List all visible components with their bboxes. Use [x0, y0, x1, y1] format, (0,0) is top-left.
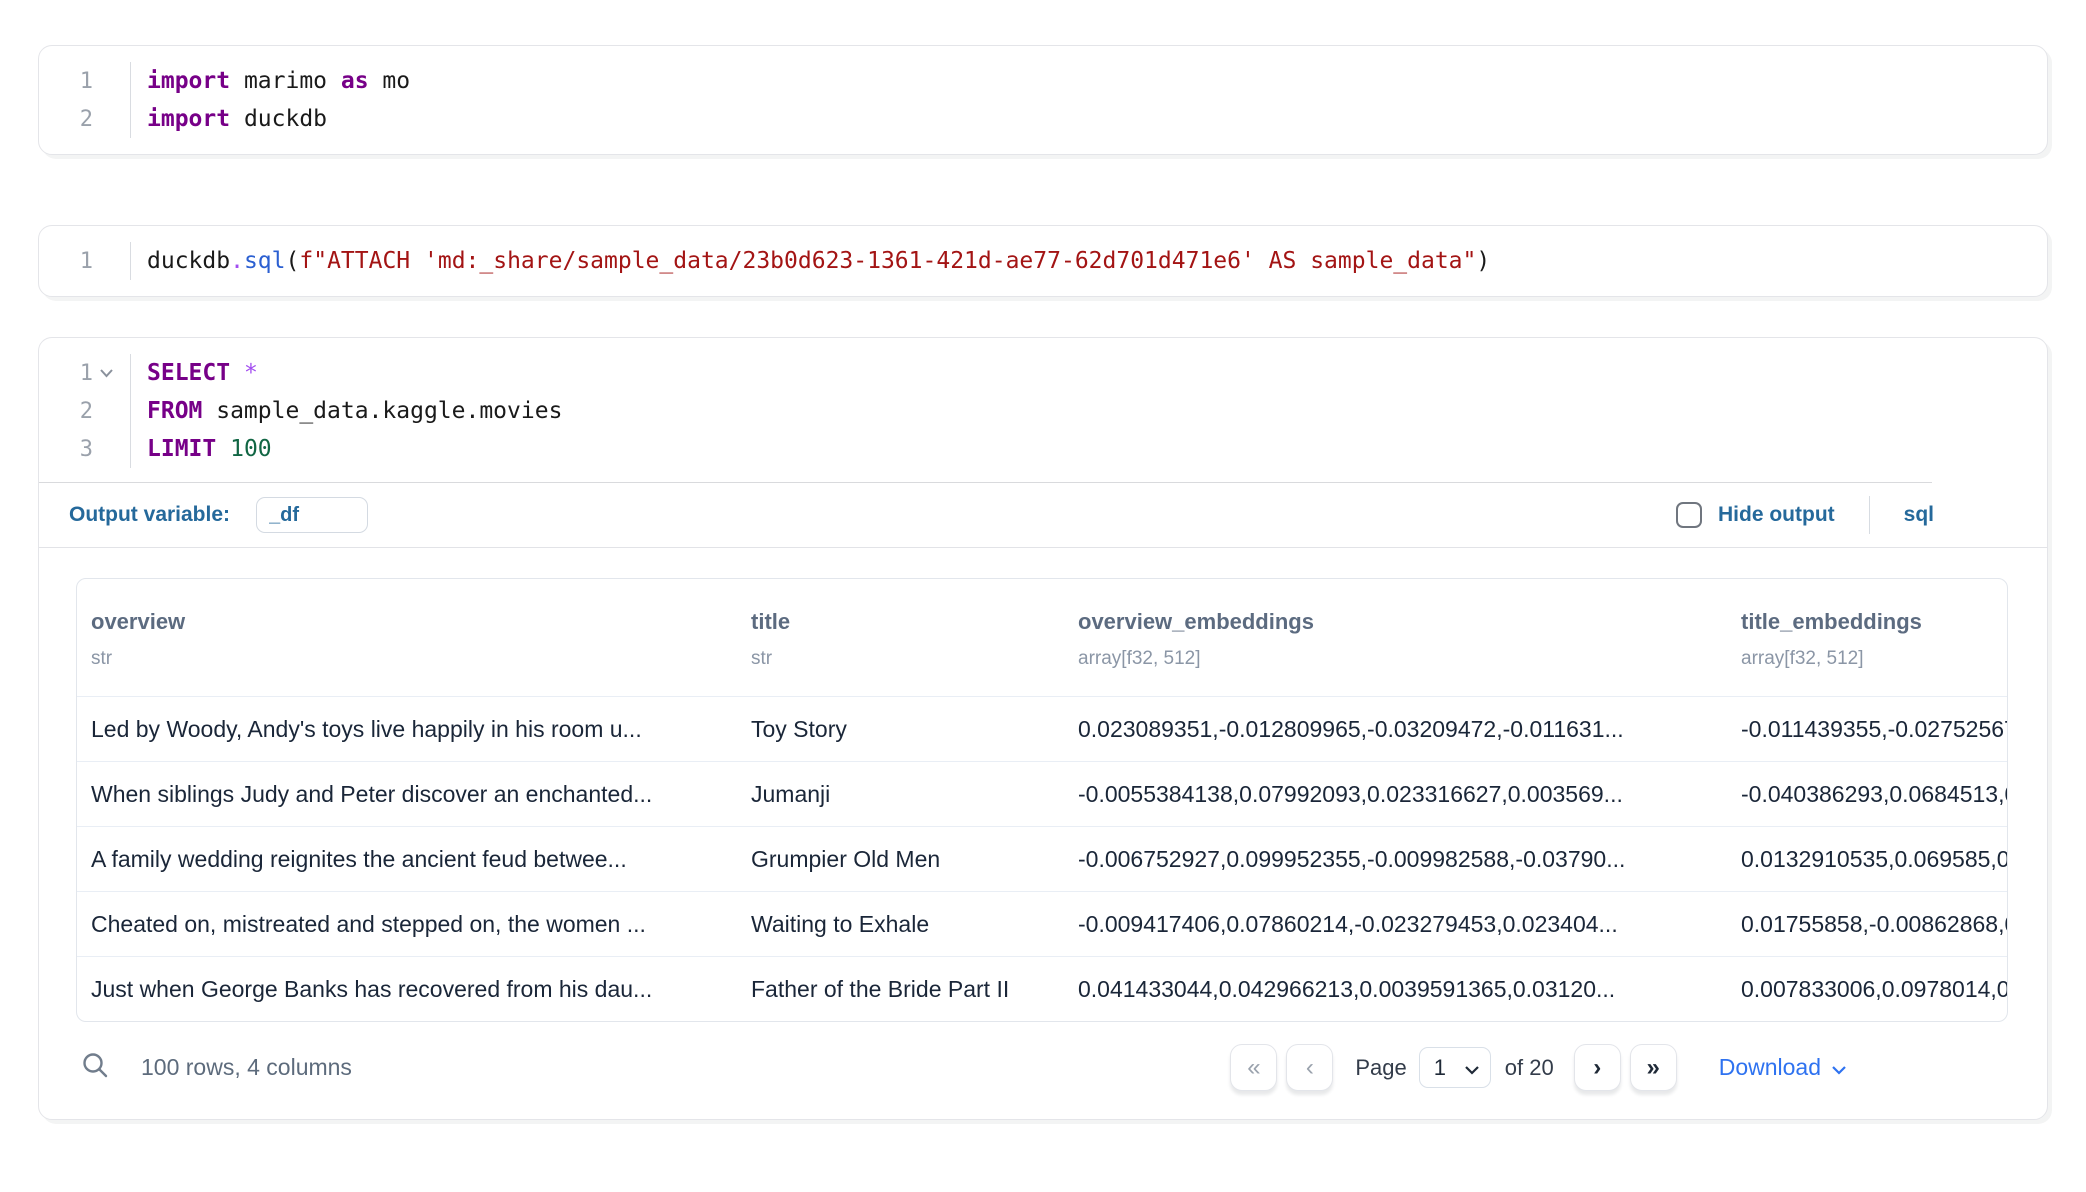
code-token: *	[244, 360, 258, 386]
download-button[interactable]: Download	[1719, 1054, 1847, 1081]
line-number: 2	[39, 107, 93, 132]
gutter-divider	[119, 62, 131, 100]
previous-page-icon: ‹	[1306, 1056, 1314, 1080]
output-variable-input[interactable]	[256, 497, 368, 533]
hide-output-checkbox[interactable]	[1676, 502, 1702, 528]
code-line: 1 SELECT *	[39, 354, 2047, 392]
gutter-divider	[119, 100, 131, 138]
code-token: SELECT	[147, 360, 230, 386]
line-number: 1	[39, 249, 93, 274]
last-page-button[interactable]: »	[1630, 1044, 1677, 1091]
code-token: .	[230, 248, 244, 274]
code-token: FROM	[147, 398, 202, 424]
table-row[interactable]: When siblings Judy and Peter discover an…	[77, 761, 2007, 826]
code-line: 3 LIMIT 100	[39, 430, 2047, 468]
column-header-overview[interactable]: overview str	[77, 609, 737, 670]
code-line: 2 import duckdb	[39, 100, 2047, 138]
first-page-icon: «	[1247, 1056, 1260, 1080]
download-label: Download	[1719, 1054, 1821, 1081]
last-page-icon: »	[1647, 1056, 1660, 1080]
code-token: LIMIT	[147, 436, 216, 462]
code-token: sql	[244, 248, 286, 274]
code-line: 2 FROM sample_data.kaggle.movies	[39, 392, 2047, 430]
table-row[interactable]: Just when George Banks has recovered fro…	[77, 956, 2007, 1021]
gutter-divider	[119, 354, 131, 392]
gutter-divider	[119, 392, 131, 430]
column-type: str	[91, 648, 723, 670]
code-token	[230, 360, 244, 386]
code-token: sample_data.kaggle.movies	[202, 398, 562, 424]
code-token: 100	[230, 436, 272, 462]
line-number: 3	[39, 437, 93, 462]
output-variable-bar: Output variable: Hide output sql	[39, 483, 2047, 547]
column-header-overview-embeddings[interactable]: overview_embeddings array[f32, 512]	[1064, 609, 1727, 670]
column-header-title[interactable]: title str	[737, 609, 1064, 670]
fold-chevron-icon[interactable]	[93, 368, 119, 378]
table-row[interactable]: Led by Woody, Andy's toys live happily i…	[77, 696, 2007, 761]
code-token: mo	[369, 68, 411, 94]
row-count-summary: 100 rows, 4 columns	[141, 1054, 352, 1081]
code-token: marimo	[230, 68, 341, 94]
previous-page-button[interactable]: ‹	[1286, 1044, 1333, 1091]
line-number: 2	[39, 399, 93, 424]
notebook-page: 1 import marimo as mo 2 import duckdb 1 …	[0, 0, 2086, 1120]
code-token: (	[286, 248, 300, 274]
code-cell-attach[interactable]: 1 duckdb.sql(f"ATTACH 'md:_share/sample_…	[38, 225, 2048, 297]
output-area-divider	[39, 547, 2047, 548]
chevron-down-icon	[1831, 1054, 1847, 1081]
hide-output-label[interactable]: Hide output	[1718, 503, 1835, 527]
next-page-button[interactable]: ›	[1574, 1044, 1621, 1091]
code-cell-imports[interactable]: 1 import marimo as mo 2 import duckdb	[38, 45, 2048, 155]
table-row[interactable]: A family wedding reignites the ancient f…	[77, 826, 2007, 891]
code-token: import	[147, 68, 230, 94]
page-total-label: of 20	[1505, 1055, 1554, 1081]
line-number: 1	[39, 69, 93, 94]
code-token: "ATTACH 'md:_share/sample_data/23b0d623-…	[313, 248, 1476, 274]
language-tag-sql[interactable]: sql	[1904, 503, 1934, 527]
vertical-divider	[1869, 496, 1870, 534]
search-button[interactable]	[79, 1050, 111, 1085]
code-cell-sql-query[interactable]: 1 SELECT * 2 FROM sample_data.kaggle.mov…	[38, 337, 2048, 1120]
gutter-divider	[119, 242, 131, 280]
column-type: array[f32, 512]	[1078, 648, 1713, 670]
table-header-row: overview str title str overview_embeddin…	[77, 579, 2007, 696]
search-icon	[79, 1050, 111, 1085]
code-line: 1 duckdb.sql(f"ATTACH 'md:_share/sample_…	[39, 242, 2047, 280]
column-header-title-embeddings[interactable]: title_embeddings array[f32, 512]	[1727, 609, 2007, 670]
line-number: 1	[39, 361, 93, 386]
code-token: f	[299, 248, 313, 274]
code-token: duckdb	[147, 248, 230, 274]
column-type: array[f32, 512]	[1741, 648, 1993, 670]
code-token	[216, 436, 230, 462]
code-token: as	[341, 68, 369, 94]
next-page-icon: ›	[1593, 1056, 1601, 1080]
table-row[interactable]: Cheated on, mistreated and stepped on, t…	[77, 891, 2007, 956]
page-number-value: 1	[1434, 1055, 1446, 1081]
code-token: duckdb	[230, 106, 327, 132]
page-label: Page	[1355, 1055, 1406, 1081]
chevron-down-icon	[1464, 1055, 1480, 1081]
output-variable-label: Output variable:	[69, 503, 230, 527]
column-type: str	[751, 648, 1050, 670]
code-token: )	[1476, 248, 1490, 274]
code-line: 1 import marimo as mo	[39, 62, 2047, 100]
page-number-select[interactable]: 1	[1419, 1047, 1491, 1088]
result-table: overview str title str overview_embeddin…	[76, 578, 2008, 1022]
first-page-button[interactable]: «	[1230, 1044, 1277, 1091]
table-footer: 100 rows, 4 columns « ‹ Page 1 of 20 › »…	[39, 1022, 2047, 1091]
gutter-divider	[119, 430, 131, 468]
code-token: import	[147, 106, 230, 132]
